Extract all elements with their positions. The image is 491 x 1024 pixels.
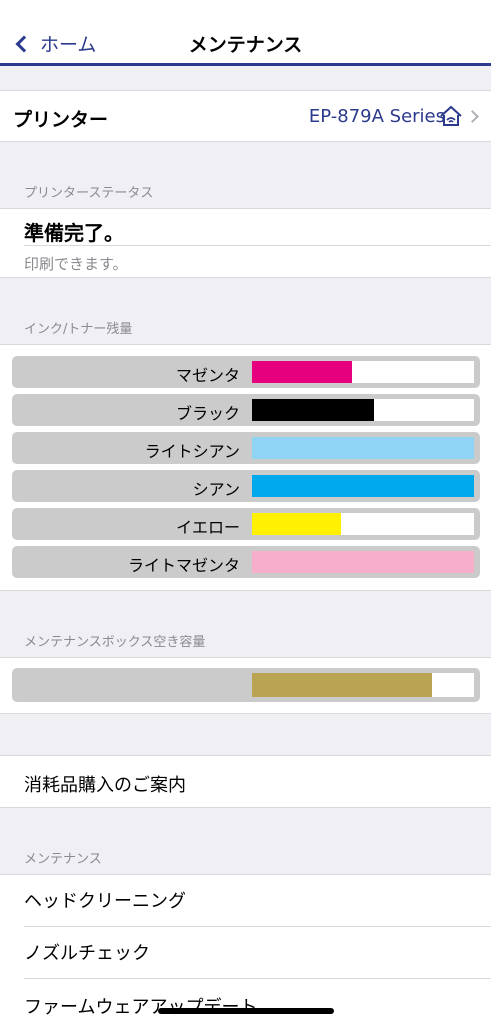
ink-row-magenta: マゼンタ bbox=[12, 356, 480, 388]
ink-row-cyan: シアン bbox=[12, 470, 480, 502]
ink-level-bar bbox=[250, 435, 476, 461]
nozzle-check-item[interactable]: ノズルチェック bbox=[0, 927, 491, 979]
printer-status-panel: 準備完了。 印刷できます。 bbox=[0, 208, 491, 278]
maintenance-box-panel bbox=[0, 657, 491, 714]
ink-label: ライトシアン bbox=[144, 442, 240, 461]
ink-level-bar bbox=[250, 473, 476, 499]
ink-row-yellow: イエロー bbox=[12, 508, 480, 540]
ink-level-fill bbox=[252, 361, 352, 383]
status-title: 準備完了。 bbox=[24, 221, 124, 245]
ink-levels-header: インク/トナー残量 bbox=[24, 322, 133, 337]
maintenance-box-fill bbox=[252, 673, 432, 697]
ink-levels-panel: マゼンタ ブラック ライトシアン シアン イエロー ライトマゼンタ bbox=[0, 344, 491, 591]
ink-level-bar bbox=[250, 359, 476, 385]
maintenance-box-bar bbox=[250, 671, 476, 699]
printer-label: プリンター bbox=[13, 109, 109, 131]
home-indicator bbox=[158, 1008, 334, 1014]
printer-name: EP-879A Series bbox=[308, 106, 445, 127]
navigation-bar: ホーム メンテナンス bbox=[0, 0, 491, 66]
ink-level-bar bbox=[250, 397, 476, 423]
ink-row-light-cyan: ライトシアン bbox=[12, 432, 480, 464]
ink-row-light-magenta: ライトマゼンタ bbox=[12, 546, 480, 578]
maintenance-box-row bbox=[12, 668, 480, 702]
list-item-label: ノズルチェック bbox=[24, 943, 150, 964]
ink-level-fill bbox=[252, 551, 474, 573]
ink-row-black: ブラック bbox=[12, 394, 480, 426]
ink-level-fill bbox=[252, 399, 375, 421]
head-cleaning-item[interactable]: ヘッドクリーニング bbox=[0, 875, 491, 927]
supplies-purchase-label: 消耗品購入のご案内 bbox=[24, 775, 186, 796]
ink-label: イエロー bbox=[176, 518, 240, 537]
ink-level-fill bbox=[252, 513, 341, 535]
ink-label: ライトマゼンタ bbox=[127, 556, 240, 575]
home-network-icon bbox=[440, 105, 462, 126]
ink-level-fill bbox=[252, 437, 474, 459]
maintenance-header: メンテナンス bbox=[24, 852, 102, 867]
firmware-update-item[interactable]: ファームウェアアップデート bbox=[0, 979, 491, 1024]
printer-status-header: プリンターステータス bbox=[24, 186, 154, 201]
ink-level-bar bbox=[250, 511, 476, 537]
ink-level-bar bbox=[250, 549, 476, 575]
ink-level-fill bbox=[252, 475, 474, 497]
chevron-right-icon bbox=[466, 110, 479, 123]
list-item-label: ファームウェアアップデート bbox=[24, 997, 258, 1018]
ink-label: マゼンタ bbox=[175, 366, 240, 385]
list-item-label: ヘッドクリーニング bbox=[24, 891, 186, 912]
maintenance-box-header: メンテナンスボックス空き容量 bbox=[24, 635, 206, 650]
printer-selector-row[interactable]: プリンター EP-879A Series bbox=[0, 90, 491, 142]
supplies-purchase-row[interactable]: 消耗品購入のご案内 bbox=[0, 755, 491, 808]
status-subtitle: 印刷できます。 bbox=[24, 255, 128, 273]
ink-label: シアン bbox=[192, 480, 240, 499]
maintenance-list: ヘッドクリーニング ノズルチェック ファームウェアアップデート bbox=[0, 874, 491, 1024]
ink-label: ブラック bbox=[175, 404, 240, 423]
divider bbox=[24, 245, 491, 246]
page-title: メンテナンス bbox=[188, 34, 303, 56]
